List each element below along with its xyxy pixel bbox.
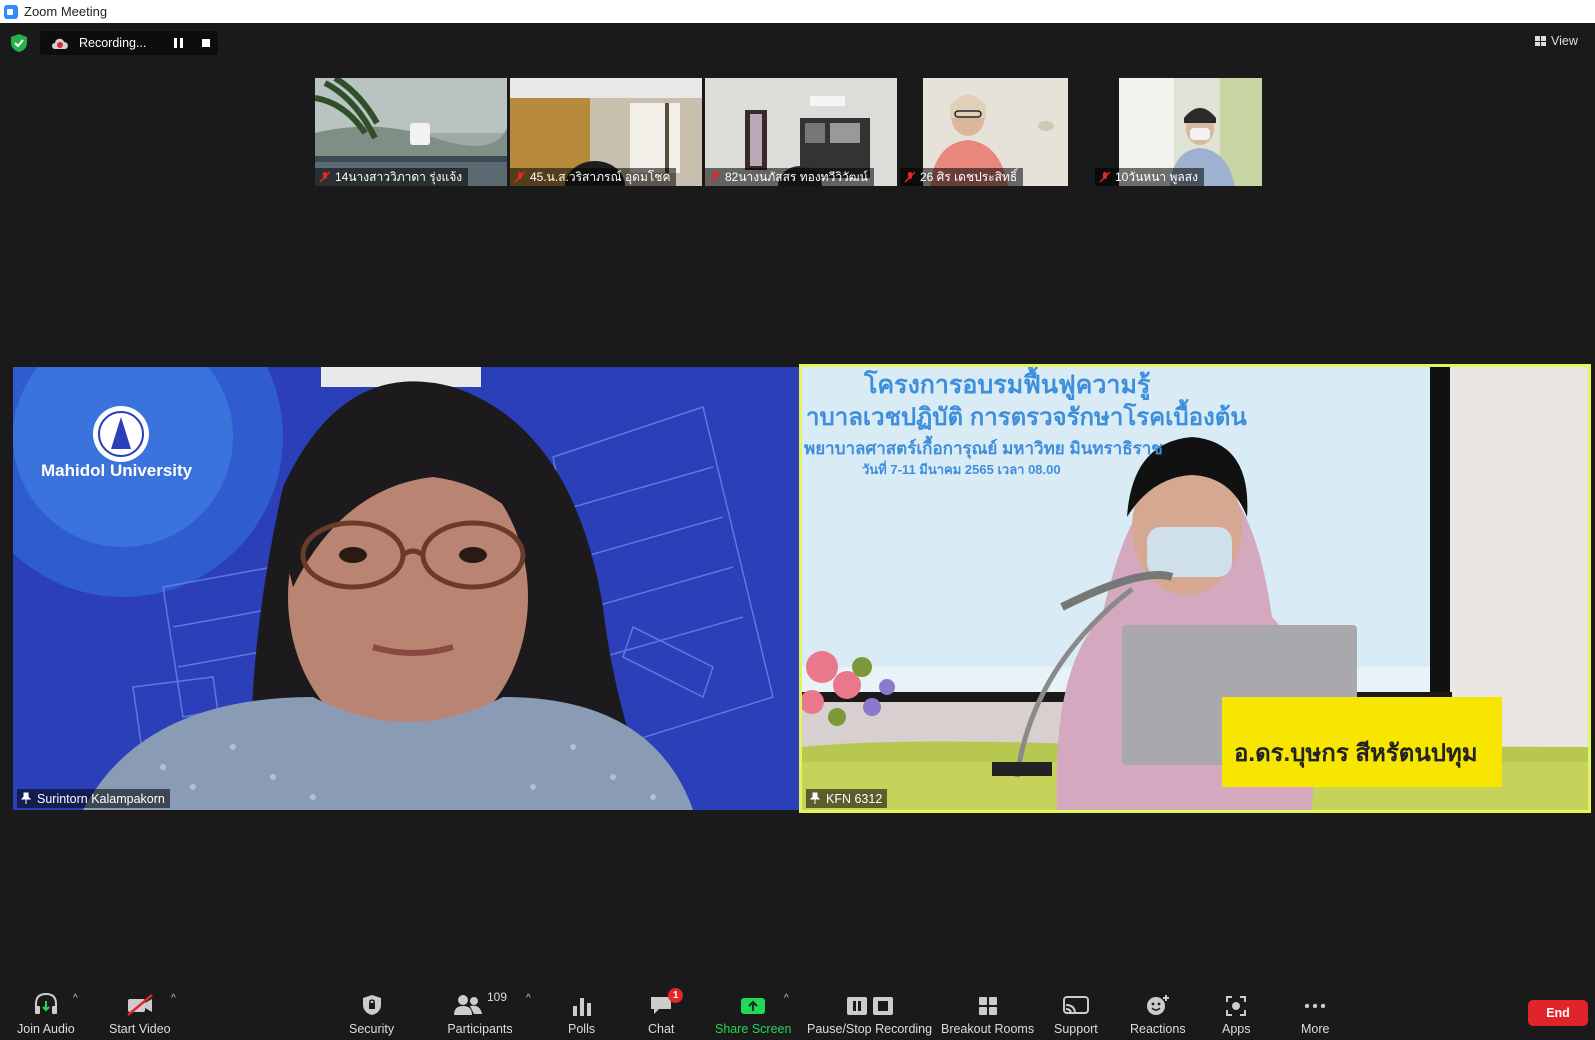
- share-screen-icon: [740, 990, 766, 1016]
- video-options-chevron-icon[interactable]: ^: [171, 993, 176, 1004]
- share-screen-label: Share Screen: [715, 1022, 792, 1036]
- join-audio-button[interactable]: Join Audio: [17, 990, 75, 1036]
- breakout-rooms-icon: [978, 990, 998, 1016]
- polls-button[interactable]: Polls: [568, 990, 595, 1036]
- muted-mic-icon: [1099, 171, 1111, 183]
- more-label: More: [1301, 1022, 1330, 1036]
- participant-name-tag: 10วันหนา พูลสง: [1095, 168, 1204, 186]
- share-options-chevron-icon[interactable]: ^: [784, 993, 789, 1004]
- breakout-rooms-label: Breakout Rooms: [941, 1022, 1035, 1036]
- support-label: Support: [1054, 1022, 1098, 1036]
- slide-title-line4: วันที่ 7-11 มีนาคม 2565 เวลา 08.00: [862, 462, 1061, 477]
- participant-thumb[interactable]: 10วันหนา พูลสง: [1095, 78, 1287, 186]
- speaker-nameplate: อ.ดร.บุษกร สีหรัตนปทุม: [1234, 740, 1478, 767]
- slide-title-line3: พยาบาลศาสตร์เกื้อการุณย์ มหาวิทย มินทราธ…: [804, 439, 1163, 458]
- headphones-icon: [33, 990, 59, 1016]
- pause-recording-button[interactable]: [174, 38, 183, 48]
- participant-name: 26 ศิร เดชประสิทธิ์: [920, 169, 1018, 184]
- video-feed: [13, 367, 799, 810]
- participant-name: 10วันหนา พูลสง: [1115, 169, 1198, 184]
- reactions-label: Reactions: [1130, 1022, 1186, 1036]
- polls-label: Polls: [568, 1022, 596, 1036]
- participant-name-tag: KFN 6312: [806, 789, 888, 808]
- participant-name: 82นางนภัสสร ทองทวีวิวัฒน์: [725, 169, 868, 184]
- participant-name: KFN 6312: [826, 791, 883, 806]
- participants-icon: 109: [445, 990, 515, 1016]
- window-titlebar: Zoom Meeting: [0, 0, 1595, 23]
- join-audio-label: Join Audio: [17, 1022, 75, 1036]
- chat-label: Chat: [648, 1022, 675, 1036]
- recording-indicator: Recording...: [40, 31, 218, 55]
- apps-button[interactable]: Apps: [1222, 990, 1251, 1036]
- participant-thumb[interactable]: 26 ศิร เดชประสิทธิ์: [900, 78, 1092, 186]
- reactions-smiley-icon: [1146, 990, 1170, 1016]
- participants-button[interactable]: 109 Participants: [445, 990, 515, 1036]
- recording-status: Recording...: [79, 36, 147, 50]
- video-tile-speaker-left[interactable]: Mahidol University Surintorn Kalampakorn: [13, 367, 799, 810]
- support-cast-icon: [1062, 990, 1089, 1016]
- apps-label: Apps: [1222, 1022, 1251, 1036]
- more-ellipsis-icon: [1303, 990, 1327, 1016]
- participant-name: 14นางสาววิภาดา รุ่งแจ้ง: [335, 169, 463, 184]
- participant-name: 45.น.ส.วริสาภรณ์ อุดมโชค: [530, 169, 671, 184]
- participants-chevron-icon[interactable]: ^: [526, 993, 531, 1004]
- view-button[interactable]: View: [1535, 34, 1578, 48]
- security-label: Security: [349, 1022, 395, 1036]
- zoom-app-icon: [4, 4, 18, 19]
- breakout-rooms-button[interactable]: Breakout Rooms: [941, 990, 1034, 1036]
- muted-mic-icon: [319, 171, 331, 183]
- pin-icon: [809, 792, 821, 804]
- participant-name-tag: 14นางสาววิภาดา รุ่งแจ้ง: [315, 168, 469, 186]
- security-button[interactable]: Security: [349, 990, 394, 1036]
- start-video-button[interactable]: Start Video: [109, 990, 171, 1036]
- video-tile-active-speaker[interactable]: โครงการอบรมฟื้นฟูความรู้ าบาลเวชปฏิบัติ …: [802, 367, 1588, 810]
- participants-count: 109: [486, 990, 508, 1004]
- reactions-button[interactable]: Reactions: [1130, 990, 1186, 1036]
- pause-stop-icon: [846, 990, 894, 1016]
- apps-icon: [1226, 990, 1247, 1016]
- chat-bubble-icon: 1: [649, 988, 684, 1016]
- window-title: Zoom Meeting: [24, 4, 108, 19]
- participant-thumb[interactable]: 14นางสาววิภาดา รุ่งแจ้ง: [315, 78, 507, 186]
- end-meeting-button[interactable]: End: [1528, 1000, 1588, 1026]
- encryption-shield-icon[interactable]: [11, 34, 27, 52]
- participant-name-tag: 82นางนภัสสร ทองทวีวิวัฒน์: [705, 168, 874, 186]
- video-off-icon: [126, 990, 154, 1016]
- more-button[interactable]: More: [1301, 990, 1329, 1036]
- view-label: View: [1551, 34, 1578, 48]
- grid-view-icon: [1535, 36, 1546, 46]
- participant-name-tag: Surintorn Kalampakorn: [17, 789, 170, 808]
- participant-thumb[interactable]: 45.น.ส.วริสาภรณ์ อุดมโชค: [510, 78, 702, 186]
- meeting-toolbar: [0, 975, 1595, 1040]
- start-video-label: Start Video: [109, 1022, 171, 1036]
- cloud-recording-icon: [52, 38, 68, 49]
- stop-recording-button[interactable]: [202, 39, 210, 47]
- muted-mic-icon: [514, 171, 526, 183]
- security-shield-icon: [362, 990, 382, 1016]
- slide-title-line2: าบาลเวชปฏิบัติ การตรวจรักษาโรคเบื้องต้น: [806, 404, 1247, 431]
- participants-label: Participants: [447, 1022, 513, 1036]
- pause-stop-label: Pause/Stop Recording: [807, 1022, 933, 1036]
- pin-icon: [20, 792, 32, 804]
- participant-name: Surintorn Kalampakorn: [37, 791, 165, 806]
- pause-stop-recording-button[interactable]: Pause/Stop Recording: [807, 990, 932, 1036]
- mahidol-logo-text: Mahidol University: [41, 461, 193, 480]
- share-screen-button[interactable]: Share Screen: [715, 990, 791, 1036]
- support-button[interactable]: Support: [1054, 990, 1098, 1036]
- muted-mic-icon: [904, 171, 916, 183]
- polls-bar-chart-icon: [572, 990, 592, 1016]
- chat-button[interactable]: 1 Chat: [648, 988, 684, 1036]
- muted-mic-icon: [709, 171, 721, 183]
- participant-name-tag: 26 ศิร เดชประสิทธิ์: [900, 168, 1024, 186]
- participant-name-tag: 45.น.ส.วริสาภรณ์ อุดมโชค: [510, 168, 677, 186]
- audio-options-chevron-icon[interactable]: ^: [73, 993, 78, 1004]
- participant-thumb[interactable]: 82นางนภัสสร ทองทวีวิวัฒน์: [705, 78, 897, 186]
